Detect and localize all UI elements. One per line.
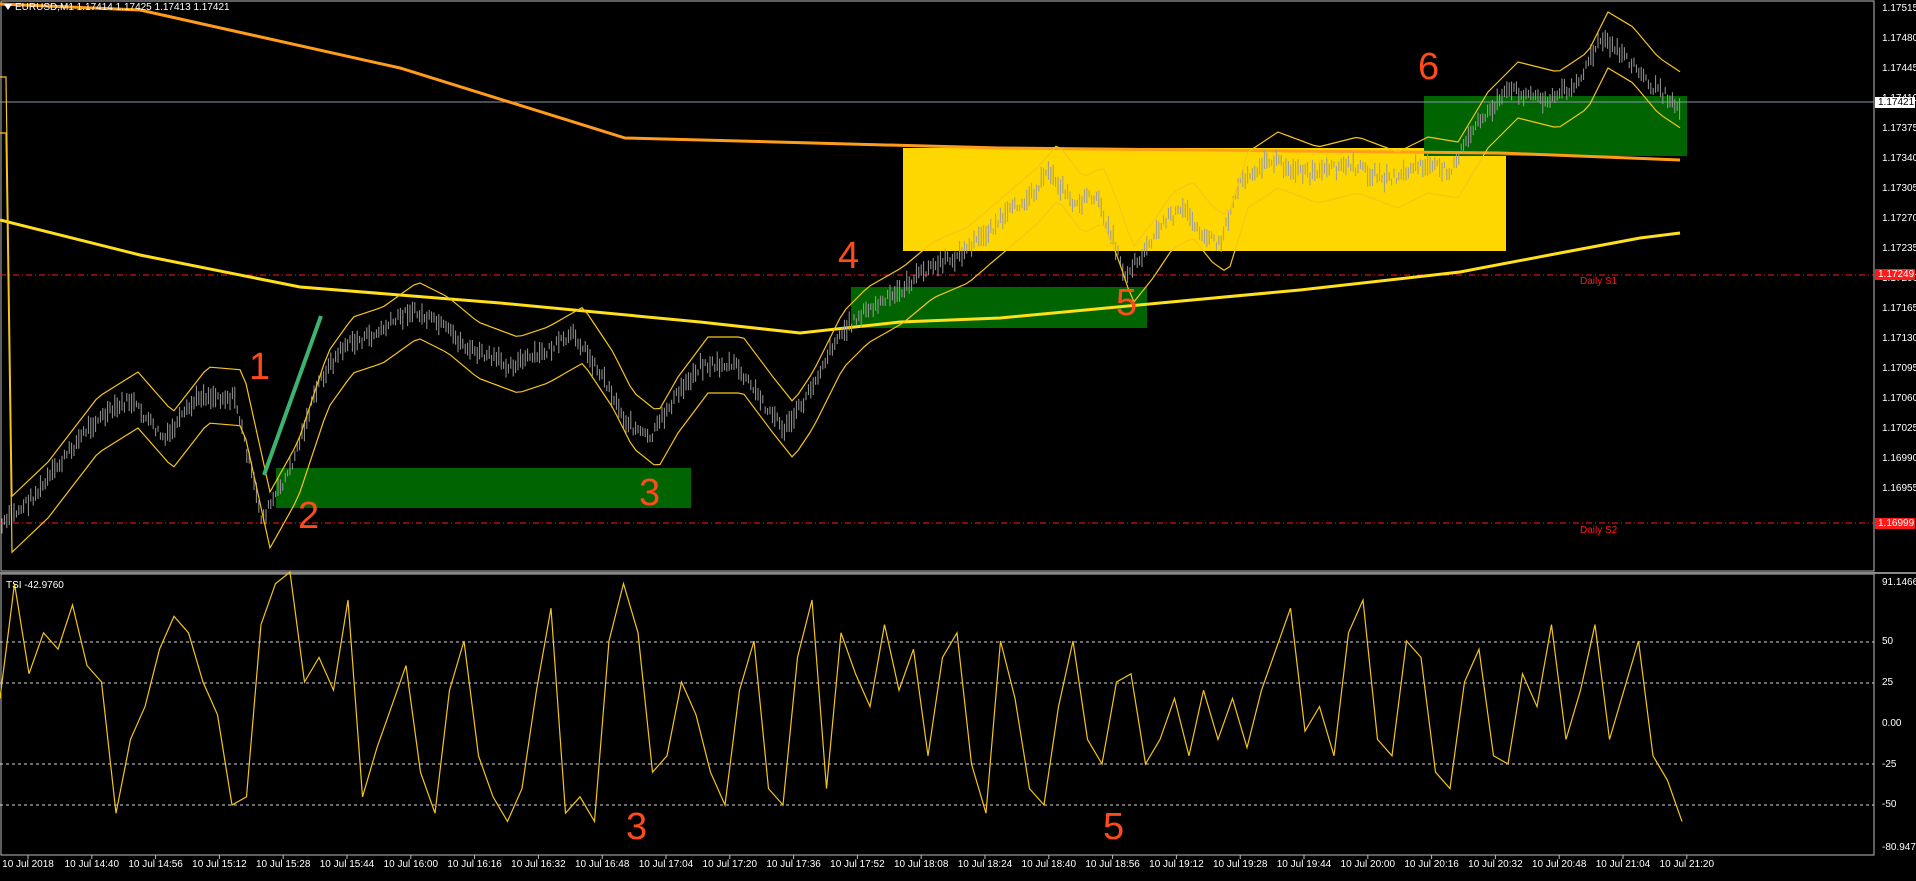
collapse-triangle-icon[interactable] xyxy=(4,4,12,11)
time-axis-label: 10 Jul 15:12 xyxy=(192,859,247,870)
price-axis-label: 1.17305 xyxy=(1882,183,1916,194)
chart-canvas[interactable] xyxy=(0,0,1916,876)
trading-chart[interactable]: EURUSD,M1 1.17414 1.17425 1.17413 1.1742… xyxy=(0,0,1916,876)
time-axis-label: 10 Jul 16:48 xyxy=(574,859,630,870)
time-axis-label: 10 Jul 21:20 xyxy=(1659,859,1715,870)
price-axis-label: 1.16955 xyxy=(1882,483,1916,494)
time-axis-label: 10 Jul 20:32 xyxy=(1468,859,1523,870)
time-axis-label: 10 Jul 19:12 xyxy=(1149,859,1204,870)
time-axis-label: 10 Jul 16:32 xyxy=(511,859,566,870)
tsi-annotation-marker-3: 3 xyxy=(626,806,648,848)
price-axis-label: 1.17375 xyxy=(1882,123,1916,134)
time-axis-label: 10 Jul 16:16 xyxy=(447,859,502,870)
time-axis-label: 10 Jul 14:56 xyxy=(128,859,183,870)
annotation-marker-2: 2 xyxy=(298,495,320,537)
time-axis-label: 10 Jul 15:28 xyxy=(255,859,311,870)
annotation-marker-3: 3 xyxy=(639,472,661,514)
tsi-axis-label: 50 xyxy=(1882,636,1894,647)
time-axis-label: 10 Jul 2018 xyxy=(2,859,54,870)
time-axis-label: 10 Jul 17:36 xyxy=(766,859,821,870)
annotation-marker-5: 5 xyxy=(1116,282,1138,324)
time-axis-label: 10 Jul 14:40 xyxy=(64,859,120,870)
price-axis-label: 1.17480 xyxy=(1882,33,1916,44)
time-axis-label: 10 Jul 18:56 xyxy=(1085,859,1140,870)
time-axis-label: 10 Jul 15:44 xyxy=(319,859,375,870)
price-axis-label: 1.17445 xyxy=(1882,63,1916,74)
annotation-marker-6: 6 xyxy=(1418,46,1440,88)
symbol-header-text: EURUSD,M1 1.17414 1.17425 1.17413 1.1742… xyxy=(15,2,230,13)
price-axis-label: 1.17060 xyxy=(1882,393,1916,404)
time-axis-label: 10 Jul 20:16 xyxy=(1404,859,1459,870)
tsi-axis-label: 25 xyxy=(1882,677,1894,688)
price-axis-label: 1.17165 xyxy=(1882,303,1916,314)
level-daily-s2-label: Daily S2 xyxy=(1580,525,1618,536)
tsi-annotation-marker-5: 5 xyxy=(1103,806,1125,848)
time-axis-label: 10 Jul 20:48 xyxy=(1531,859,1587,870)
tsi-axis-label: -50 xyxy=(1882,799,1897,810)
time-axis-label: 10 Jul 18:24 xyxy=(957,859,1013,870)
price-axis-label: 1.17025 xyxy=(1882,423,1916,434)
level-s1-price-tag: 1.17249 xyxy=(1875,269,1915,280)
time-axis-label: 10 Jul 19:44 xyxy=(1276,859,1332,870)
tsi-axis-label: 0.00 xyxy=(1882,718,1902,729)
annotation-marker-1: 1 xyxy=(249,346,271,388)
time-axis-label: 10 Jul 17:20 xyxy=(702,859,758,870)
indicator-pane-frame xyxy=(0,573,1875,856)
time-axis-label: 10 Jul 17:04 xyxy=(638,859,694,870)
time-axis-label: 10 Jul 17:52 xyxy=(830,859,885,870)
price-axis-label: 1.17130 xyxy=(1882,333,1916,344)
level-daily-s1-label: Daily S1 xyxy=(1580,276,1618,287)
price-axis-label: 1.17270 xyxy=(1882,213,1916,224)
price-axis-label: 1.17515 xyxy=(1882,3,1916,14)
zone-green-2 xyxy=(276,468,691,508)
indicator-header: TSI -42.9760 xyxy=(6,580,64,591)
price-axis-label: 1.16990 xyxy=(1882,453,1916,464)
time-axis-label: 10 Jul 20:00 xyxy=(1340,859,1396,870)
current-price-tag: 1.17421 xyxy=(1875,97,1915,108)
symbol-header: EURUSD,M1 1.17414 1.17425 1.17413 1.1742… xyxy=(4,2,230,13)
tsi-axis-label: -80.9477 xyxy=(1882,842,1916,853)
time-axis-label: 10 Jul 21:04 xyxy=(1595,859,1651,870)
time-axis-label: 10 Jul 19:28 xyxy=(1212,859,1268,870)
tsi-axis-label: 91.1466 xyxy=(1882,577,1916,588)
time-axis-label: 10 Jul 18:40 xyxy=(1021,859,1077,870)
annotation-marker-4: 4 xyxy=(838,235,860,277)
tsi-indicator-line[interactable] xyxy=(0,570,1683,824)
price-axis-label: 1.17340 xyxy=(1882,153,1916,164)
level-s2-price-tag: 1.16999 xyxy=(1875,518,1915,529)
price-axis-label: 1.17095 xyxy=(1882,363,1916,374)
price-axis-label: 1.17235 xyxy=(1882,243,1916,254)
time-axis-label: 10 Jul 18:08 xyxy=(893,859,949,870)
time-axis-label: 10 Jul 16:00 xyxy=(383,859,439,870)
tsi-axis-label: -25 xyxy=(1882,759,1897,770)
